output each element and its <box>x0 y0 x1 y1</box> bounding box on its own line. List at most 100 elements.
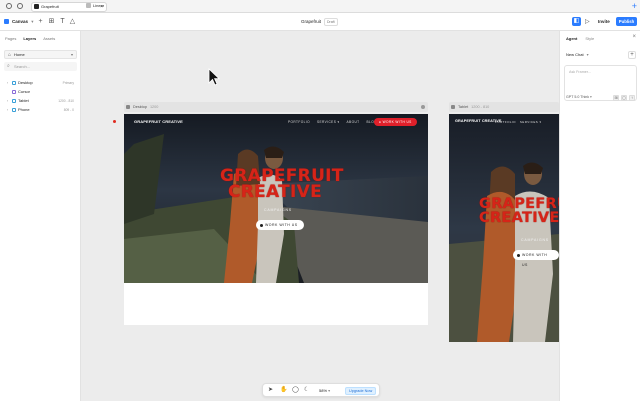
frame-icon <box>451 105 455 109</box>
panel-toggle-icon[interactable]: ◧ <box>572 17 581 26</box>
canvas-menu-button[interactable]: Canvas ▾ <box>4 18 34 26</box>
layer-name: Desktop <box>18 80 33 85</box>
new-tab-plus-icon[interactable]: + <box>632 0 637 12</box>
chevron-down-icon: ▾ <box>31 19 34 24</box>
headline-line-2: CREATIVE <box>479 209 559 226</box>
send-icon[interactable]: ↑ <box>629 95 635 101</box>
model-select[interactable]: GPT 5.0 Think ▾ <box>566 95 592 99</box>
hand-icon[interactable]: ✋ <box>280 387 287 394</box>
tab-assets[interactable]: Assets <box>43 36 55 41</box>
shape-triangle-icon[interactable]: △ <box>69 18 76 25</box>
layer-item-desktop[interactable]: › Desktop Primary <box>4 79 77 87</box>
site-nav: PORTFOLIO SERVICES ▾ ABOUT BLOG <box>288 120 377 124</box>
hero-tagline: CAMPAIGNS <box>264 208 292 212</box>
tablet-frame[interactable]: GRAPEFRUIT CREATIVE PORTFOLIO SERVICES ▾… <box>449 114 559 342</box>
document-title[interactable]: Grapefruit <box>301 19 321 24</box>
comment-icon[interactable]: ◯ <box>292 387 299 394</box>
tablet-frame-bar[interactable]: Tablet 1200 - 810 <box>449 102 559 112</box>
layer-item-tablet[interactable]: › Tablet 1200 - 810 <box>4 97 77 105</box>
search-icon: ⌕ <box>7 63 10 69</box>
nav-portfolio[interactable]: PORTFOLIO <box>288 120 310 124</box>
canvas-logo-icon <box>4 19 9 24</box>
desktop-frame[interactable]: GRAPEFRUIT CREATIVE PORTFOLIO SERVICES ▾… <box>124 114 428 325</box>
frame-dimensions: 1200 - 810 <box>471 105 490 109</box>
page-select[interactable]: ⌂ Home ▾ <box>4 50 77 59</box>
hero-button-label: WORK WITH US <box>265 223 298 227</box>
hero-photo <box>449 114 559 342</box>
add-plus-icon[interactable]: + <box>37 18 44 25</box>
nav-cta-label: WORK WITH US <box>382 120 412 124</box>
hero-headline: GRAPEFRUIT CREATIVE <box>479 197 559 226</box>
desktop-frame-bar[interactable]: Desktop 1200 <box>124 102 428 112</box>
caret-right-icon[interactable]: › <box>7 106 8 114</box>
frame-icon <box>12 99 16 103</box>
layer-item-phone[interactable]: › Phone 809 - 0 <box>4 106 77 114</box>
home-icon: ⌂ <box>8 52 12 58</box>
tab-pages[interactable]: Pages <box>5 36 16 41</box>
dot-icon <box>260 223 263 227</box>
site-brand[interactable]: GRAPEFRUIT CREATIVE <box>134 119 183 124</box>
layer-search-input[interactable]: ⌕ Search... <box>4 62 77 71</box>
framer-logo-icon <box>34 4 39 9</box>
frame-icon <box>12 81 16 85</box>
layer-item-cursor[interactable]: Cursor <box>4 88 77 96</box>
settings-icon[interactable] <box>421 105 425 109</box>
site-nav: PORTFOLIO SERVICES ▾ <box>495 120 541 124</box>
tab-linear[interactable]: Linear <box>84 2 144 12</box>
layer-meta: 1200 - 810 <box>58 99 74 103</box>
nav-about[interactable]: ABOUT <box>347 120 360 124</box>
tab-style[interactable]: Style <box>585 36 594 41</box>
component-icon <box>12 90 16 94</box>
model-name: GPT 5.0 Think <box>566 95 590 99</box>
close-icon[interactable]: × <box>632 34 636 40</box>
tablet-frame-label[interactable]: Tablet 1200 - 810 <box>449 103 489 111</box>
caret-right-icon[interactable]: › <box>7 79 8 87</box>
zoom-level[interactable]: 58% ▾ <box>319 388 330 393</box>
publish-button[interactable]: Publish <box>616 17 637 26</box>
dot-icon <box>517 253 520 257</box>
select-cursor-icon[interactable]: ➤ <box>268 387 273 394</box>
invite-button[interactable]: Invite <box>598 19 610 24</box>
nav-services[interactable]: SERVICES ▾ <box>520 120 541 124</box>
zoom-value: 58% <box>319 388 328 393</box>
chat-placeholder: Ask Framer... <box>569 70 591 74</box>
layer-meta: Primary <box>62 81 74 85</box>
page-select-value: Home <box>14 52 25 57</box>
nav-services-label: SERVICES <box>519 120 539 124</box>
globe-icon[interactable] <box>17 3 23 9</box>
frame-grid-icon[interactable]: ⊞ <box>48 18 55 25</box>
right-panel-tabs: Agent Style <box>566 36 594 41</box>
title-bar: Grapefruit × Linear + <box>0 0 640 13</box>
tab-label: Grapefruit <box>41 4 59 9</box>
upgrade-now-button[interactable]: Upgrade Now <box>345 387 377 395</box>
layer-meta: 809 - 0 <box>63 108 74 112</box>
chevron-down-icon: ▾ <box>590 95 592 99</box>
hero-work-with-us-button[interactable]: WORK WITH US <box>256 220 304 230</box>
new-chat-plus-icon[interactable]: + <box>628 51 636 59</box>
tab-layers[interactable]: Layers <box>23 36 36 41</box>
attach-icon[interactable]: ⊞ <box>613 95 619 101</box>
nav-work-with-us-button[interactable]: ● WORK WITH US <box>374 118 417 126</box>
preview-play-icon[interactable]: ▷ <box>585 18 590 25</box>
layer-name: Tablet <box>18 98 29 103</box>
text-icon[interactable]: T <box>59 18 66 25</box>
menu-icon[interactable] <box>6 3 12 9</box>
frame-name: Desktop <box>133 105 147 109</box>
chevron-down-icon: ▾ <box>539 120 542 124</box>
tab-agent[interactable]: Agent <box>566 36 577 41</box>
image-icon[interactable]: ◻ <box>621 95 627 101</box>
nav-portfolio[interactable]: PORTFOLIO <box>495 120 516 124</box>
headline-line-2: CREATIVE <box>227 182 323 203</box>
hero-headline: GRAPEFRUIT CREATIVE <box>220 167 343 203</box>
frame-icon <box>126 105 130 109</box>
frame-icon <box>12 108 16 112</box>
desktop-frame-label[interactable]: Desktop 1200 <box>124 103 158 111</box>
nav-services[interactable]: SERVICES ▾ <box>317 120 340 124</box>
chat-select[interactable]: New Chat ▾ <box>564 50 624 59</box>
left-panel: Pages Layers Assets ⌂ Home ▾ ⌕ Search...… <box>0 31 81 401</box>
hero-work-with-us-button[interactable]: WORK WITH US <box>513 250 559 267</box>
caret-right-icon[interactable]: › <box>7 97 8 105</box>
moon-icon[interactable]: ☾ <box>304 387 309 394</box>
tab-label: Linear <box>93 3 105 8</box>
chevron-down-icon: ▾ <box>70 52 73 57</box>
